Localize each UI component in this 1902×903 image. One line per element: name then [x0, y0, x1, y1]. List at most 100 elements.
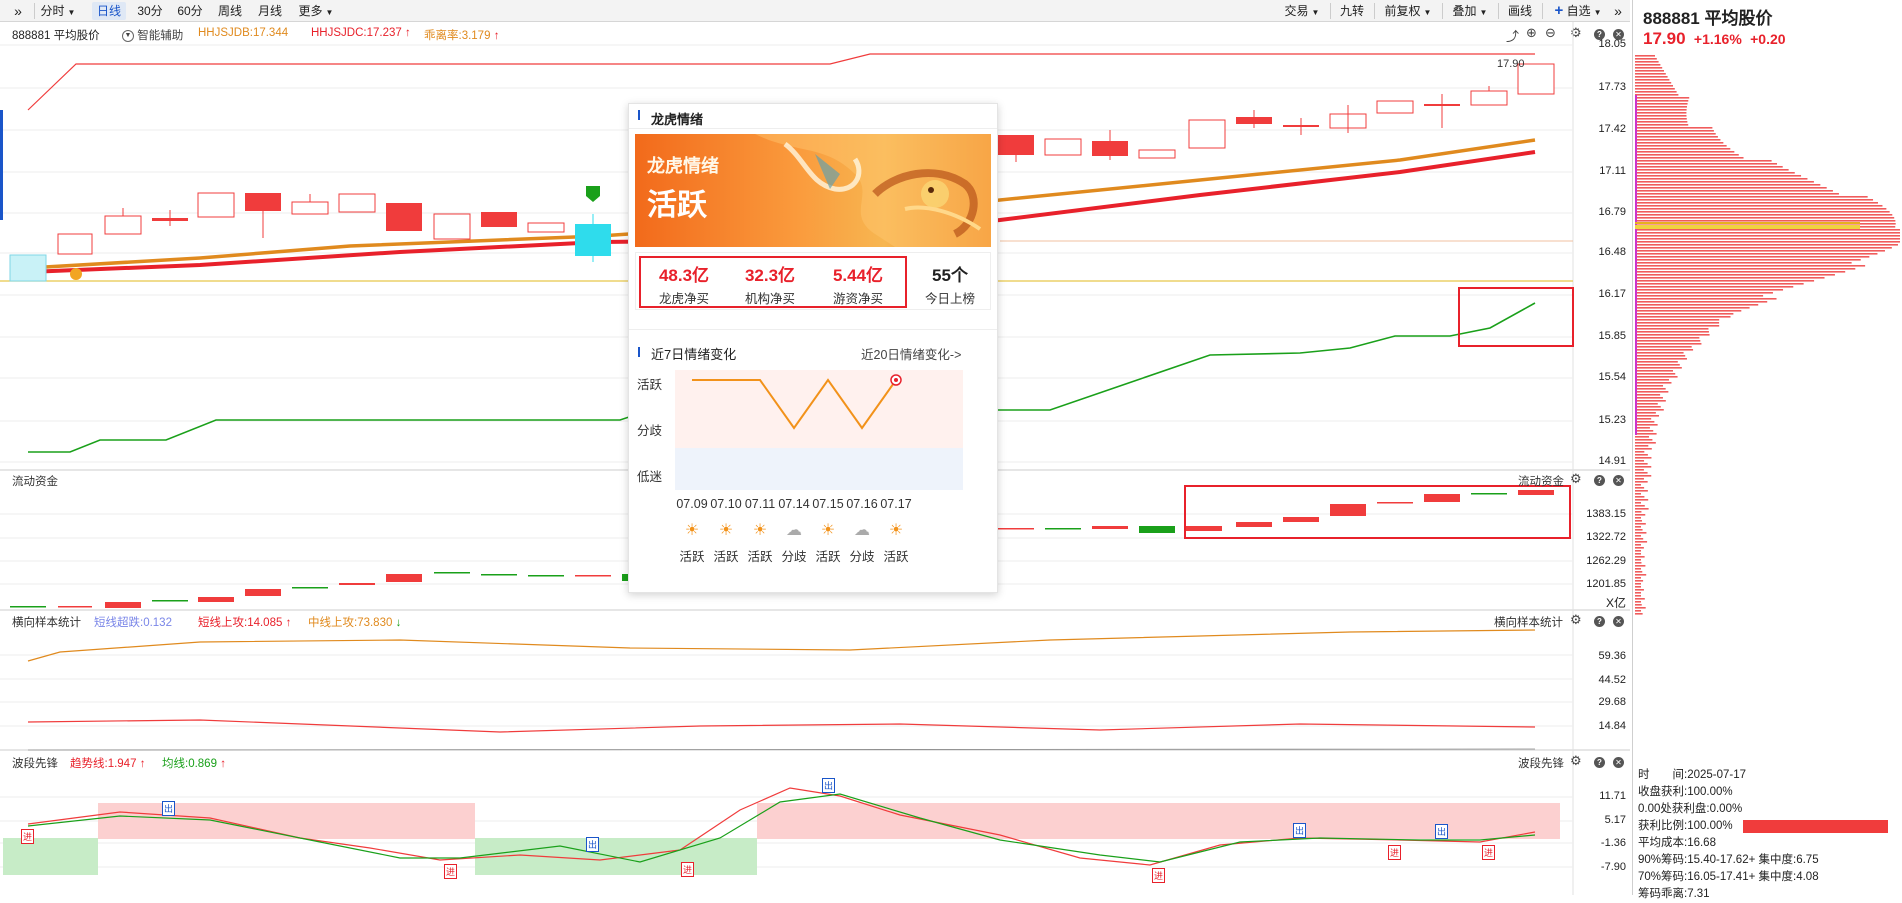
- sun-icon: ☀: [752, 522, 768, 539]
- wave-marker-in: 进: [1152, 868, 1166, 883]
- arrow-up-icon: ↑: [139, 758, 146, 770]
- chip-distribution-panel: 888881 平均股价 17.90 +1.16% +0.20 时 间:2025-…: [1632, 0, 1902, 900]
- daily-emotion-label: 分歧: [781, 550, 807, 564]
- chip-bar: [1635, 196, 1868, 198]
- chip-bar: [1635, 73, 1666, 75]
- chip-bar: [1635, 598, 1645, 600]
- hstat-panel-title-right: 横向样本统计: [1494, 617, 1563, 629]
- chip-bar: [1635, 592, 1641, 594]
- chip-bar: [1635, 292, 1773, 294]
- chip-bar: [1635, 283, 1804, 285]
- chip-bar: [1635, 451, 1645, 453]
- daily-emotion-label: 活跃: [747, 550, 773, 564]
- popup-title: 龙虎情绪: [651, 112, 704, 127]
- ma-line-value: 均线:0.869 ↑: [162, 758, 226, 770]
- chip-histogram: [1635, 55, 1900, 615]
- chip-bar: [1635, 367, 1682, 369]
- chip-bar: [1635, 568, 1641, 570]
- info-profit-ratio: 获利比例:100.00%: [1638, 818, 1888, 835]
- chip-bar: [1635, 355, 1686, 357]
- chip-bar: [1635, 487, 1645, 489]
- chip-bar: [1635, 520, 1642, 522]
- quote-line: 17.90 +1.16% +0.20: [1643, 29, 1786, 49]
- chip-bar: [1635, 241, 1900, 243]
- chip-bar: [1635, 352, 1684, 354]
- chip-bar: [1635, 265, 1866, 267]
- axis-label: 17.42: [1598, 123, 1626, 135]
- mid-attack-value: 中线上攻:73.830 ↓: [308, 617, 402, 629]
- chip-bar: [1635, 394, 1661, 396]
- sun-icon: ☀: [820, 522, 836, 539]
- axis-label: 15.85: [1598, 330, 1626, 342]
- today-listed: 55个 今日上榜: [924, 266, 975, 306]
- sun-icon: ☀: [684, 522, 700, 539]
- chip-bar: [1635, 376, 1678, 378]
- chip-bar: [1635, 268, 1856, 270]
- chip-bar: [1635, 604, 1642, 606]
- chip-bar: [1635, 316, 1731, 318]
- chip-bar: [1635, 418, 1652, 420]
- chip-bar: [1635, 211, 1890, 213]
- date-label: 07.17: [880, 497, 912, 511]
- chip-bar: [1635, 340, 1701, 342]
- chip-bar: [1635, 55, 1655, 57]
- institution-net-buy: 32.3亿 机构净买: [744, 266, 796, 306]
- chip-bar: [1635, 499, 1649, 501]
- chip-bar: [1635, 454, 1648, 456]
- banner-title: 龙虎情绪: [647, 156, 719, 176]
- chip-bar: [1635, 250, 1885, 252]
- chip-bar: [1635, 109, 1687, 111]
- change-pct: +1.16%: [1693, 31, 1742, 47]
- wave-marker-out: 出: [1435, 824, 1449, 839]
- chip-bar: [1635, 529, 1643, 531]
- chip-bar: [1635, 100, 1689, 102]
- chip-bar: [1635, 103, 1688, 105]
- flow-panel-title-right: 流动资金: [1518, 476, 1564, 488]
- hot-money-net-buy: 5.44亿 游资净买: [832, 266, 884, 306]
- chip-bar: [1635, 235, 1900, 237]
- chip-bar: [1635, 154, 1739, 156]
- chip-bar: [1635, 82, 1672, 84]
- chip-bar: [1635, 163, 1778, 165]
- short-oversold-value: 短线超跌:0.132: [94, 617, 172, 629]
- chip-bar: [1635, 589, 1644, 591]
- info-close-profit: 收盘获利:100.00%: [1638, 786, 1733, 798]
- wave-marker-in: 进: [1388, 845, 1402, 860]
- chip-bar: [1635, 214, 1893, 216]
- dragon-tiger-popup: 龙虎情绪 龙虎情绪 活跃 48.3亿 龙虎净买 32.3亿 机构净买 5.44亿 游资…: [628, 103, 998, 593]
- chip-bar: [1635, 61, 1659, 63]
- chip-bar: [1635, 571, 1643, 573]
- chip-bar: [1635, 106, 1687, 108]
- axis-label: 1262.29: [1586, 555, 1626, 567]
- date-label: 07.14: [778, 497, 810, 511]
- chip-bar: [1635, 253, 1878, 255]
- cloud-icon: ☁: [786, 522, 802, 539]
- chip-bar: [1635, 421, 1655, 423]
- chip-bar: [1635, 319, 1720, 321]
- sun-icon: ☀: [718, 522, 734, 539]
- chip-bar: [1635, 469, 1644, 471]
- axis-label: -7.90: [1600, 861, 1626, 873]
- chip-bar: [1635, 343, 1702, 345]
- chip-bar: [1635, 433, 1657, 435]
- chip-bar: [1635, 607, 1646, 609]
- chip-info: 时 间:2025-07-17 收盘获利:100.00% 0.00处获利盘:0.0…: [1638, 767, 1888, 903]
- info-avg-cost: 平均成本:16.68: [1638, 837, 1716, 849]
- date-label: 07.16: [846, 497, 878, 511]
- dragon-net-buy: 48.3亿 龙虎净买: [658, 266, 710, 306]
- arrow-up-icon: ↑: [220, 758, 226, 770]
- info-icon: [638, 110, 640, 120]
- wave-marker-out: 出: [162, 801, 176, 816]
- axis-label: 17.11: [1599, 165, 1626, 177]
- chip-bar: [1635, 397, 1663, 399]
- chip-bar: [1635, 271, 1846, 273]
- chip-bar: [1635, 523, 1646, 525]
- chip-bar: [1635, 133, 1716, 135]
- stats-row: 48.3亿 龙虎净买 32.3亿 机构净买 5.44亿 游资净买 55个 今日上榜: [635, 252, 991, 310]
- arrow-up-icon: ↑: [285, 617, 292, 629]
- date-label: 07.11: [744, 497, 776, 511]
- info-profit-at: 0.00处获利盘:0.00%: [1638, 803, 1743, 815]
- chip-bar: [1635, 526, 1641, 528]
- chip-bar: [1635, 361, 1678, 363]
- axis-unit: X亿: [1605, 596, 1626, 610]
